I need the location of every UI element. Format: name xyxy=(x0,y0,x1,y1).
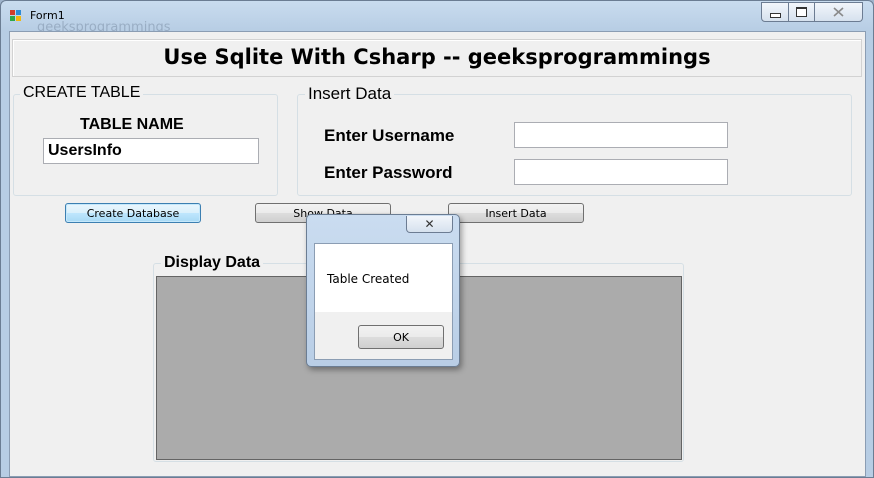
create-table-group: CREATE TABLE TABLE NAME xyxy=(13,84,278,196)
display-data-group-label: Display Data xyxy=(161,254,264,272)
close-icon: ✕ xyxy=(424,217,435,231)
title-bar[interactable]: Form1 geeksprogrammings xyxy=(1,1,873,35)
dialog-message-area: Table Created xyxy=(315,244,452,312)
maximize-button[interactable] xyxy=(789,2,815,22)
username-input[interactable] xyxy=(514,122,728,148)
window-controls xyxy=(761,2,863,22)
table-name-label: TABLE NAME xyxy=(80,116,184,133)
table-name-input[interactable] xyxy=(43,138,259,164)
insert-data-group: Insert Data Enter Username Enter Passwor… xyxy=(297,84,852,196)
dialog-body: Table Created OK xyxy=(314,243,453,360)
insert-data-button[interactable]: Insert Data xyxy=(448,203,584,223)
page-title: Use Sqlite With Csharp -- geeksprogrammi… xyxy=(163,45,711,69)
create-table-group-label: CREATE TABLE xyxy=(20,84,144,102)
ok-button[interactable]: OK xyxy=(358,325,444,349)
close-button[interactable] xyxy=(815,2,863,22)
create-database-button[interactable]: Create Database xyxy=(65,203,201,223)
username-label: Enter Username xyxy=(324,126,455,145)
password-input[interactable] xyxy=(514,159,728,185)
password-label: Enter Password xyxy=(324,163,453,182)
insert-data-group-label: Insert Data xyxy=(305,84,395,104)
minimize-button[interactable] xyxy=(761,2,789,22)
maximize-icon xyxy=(796,7,807,17)
dialog-message: Table Created xyxy=(327,272,410,286)
close-icon xyxy=(833,7,844,17)
dialog-close-button[interactable]: ✕ xyxy=(406,216,453,233)
app-icon xyxy=(10,10,22,22)
minimize-icon xyxy=(769,12,781,18)
message-box-dialog: ✕ Table Created OK xyxy=(306,214,460,367)
header-panel: Use Sqlite With Csharp -- geeksprogrammi… xyxy=(12,39,862,77)
